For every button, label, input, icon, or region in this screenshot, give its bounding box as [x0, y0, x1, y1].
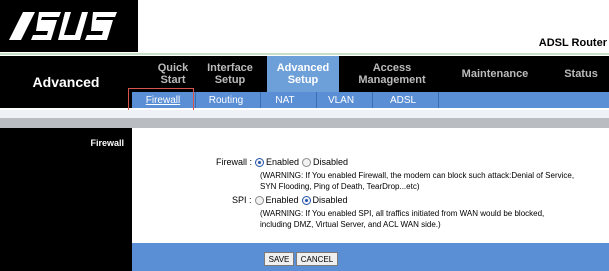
router-admin-page: ADSL Router Advanced Quick Start Interfac…	[0, 0, 609, 271]
nav-access-management-line2: Management	[358, 74, 426, 86]
nav-quick-start-line2: Start	[160, 74, 186, 86]
firewall-enabled-radio[interactable]	[255, 157, 265, 167]
subnav-adsl[interactable]: ADSL	[373, 92, 433, 108]
nav-access-management[interactable]: Access Management	[352, 56, 432, 92]
spi-warning-line1: (WARNING: If You enabled SPI, all traffi…	[260, 209, 545, 218]
nav-advanced-setup-line1: Advanced	[276, 62, 330, 74]
spi-enabled-label: Enabled	[265, 195, 299, 205]
firewall-highlight-box	[128, 88, 194, 111]
nav-quick-start-line1: Quick	[157, 62, 189, 74]
firewall-label: Firewall :	[216, 157, 253, 167]
spi-warning-line2: including DMZ, Virtual Server, and ACL W…	[260, 220, 441, 229]
nav-interface-setup-line1: Interface	[207, 62, 253, 74]
firewall-row: Firewall : Enabled Disabled	[216, 157, 348, 167]
nav-advanced-setup[interactable]: Advanced Setup	[267, 56, 339, 92]
nav-status[interactable]: Status	[556, 56, 606, 92]
firewall-disabled-radio[interactable]	[302, 157, 312, 167]
nav-status-label: Status	[564, 68, 598, 80]
nav-advanced-setup-line2: Setup	[287, 74, 319, 86]
cancel-button[interactable]: CANCEL	[296, 252, 338, 266]
subnav-nat[interactable]: NAT	[261, 92, 309, 108]
firewall-warning-line1: (WARNING: If You enabled Firewall, the m…	[260, 171, 575, 180]
subnav-vlan[interactable]: VLAN	[317, 92, 365, 108]
nav-access-management-line1: Access	[372, 62, 412, 74]
asus-logo-mark	[9, 12, 117, 40]
firewall-enabled-label: Enabled	[266, 157, 300, 167]
bottom-button-bar	[132, 243, 609, 271]
asus-logo	[0, 0, 138, 52]
nav-maintenance-label: Maintenance	[461, 68, 529, 80]
subnav-separator	[438, 92, 439, 108]
subnav-routing[interactable]: Routing	[196, 92, 256, 108]
router-title: ADSL Router	[538, 37, 607, 49]
grey-band	[0, 118, 609, 128]
header-divider	[0, 53, 609, 55]
firewall-warning: (WARNING: If You enabled Firewall, the m…	[260, 170, 574, 192]
bottom-left-bar	[0, 243, 132, 271]
spi-disabled-radio[interactable]	[301, 195, 311, 205]
spi-row: SPI : Enabled Disabled	[232, 195, 348, 205]
firewall-form: Firewall : Enabled Disabled (WARNING: If…	[132, 128, 609, 243]
left-panel-label: Firewall	[90, 138, 124, 148]
left-panel: Firewall	[0, 128, 132, 243]
nav-interface-setup-line2: Setup	[214, 74, 246, 86]
spi-warning: (WARNING: If You enabled SPI, all traffi…	[260, 208, 544, 230]
spi-label: SPI :	[232, 195, 252, 205]
firewall-warning-line2: SYN Flooding, Ping of Death, TearDrop...…	[260, 182, 420, 191]
nav-maintenance[interactable]: Maintenance	[450, 56, 540, 92]
nav-quick-start[interactable]: Quick Start	[148, 56, 198, 92]
save-button[interactable]: SAVE	[264, 252, 294, 266]
nav-interface-setup[interactable]: Interface Setup	[198, 56, 262, 92]
spi-disabled-label: Disabled	[312, 195, 348, 205]
firewall-disabled-label: Disabled	[313, 157, 349, 167]
section-title: Advanced	[0, 56, 132, 108]
spacer-strip	[0, 110, 609, 118]
spi-enabled-radio[interactable]	[254, 195, 264, 205]
